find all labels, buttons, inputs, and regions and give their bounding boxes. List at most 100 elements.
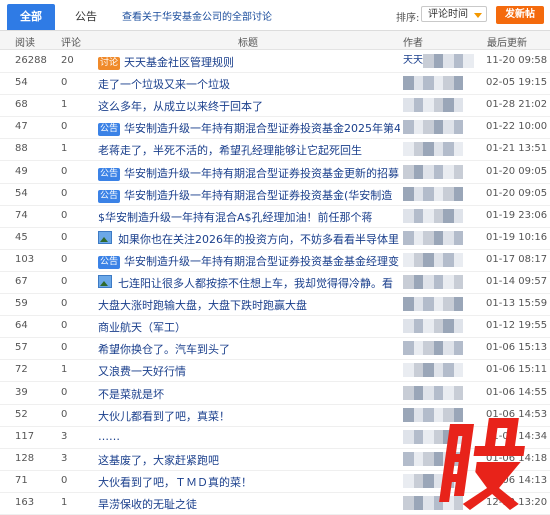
redacted-author-block (443, 319, 454, 334)
post-title-link[interactable]: 华安制造升级一年持有期混合型证券投资基金(华安制造 (124, 189, 392, 202)
post-title-cell: 大伙儿都看到了吧，真菜！ (98, 408, 400, 424)
post-title-link[interactable]: 不是菜就是坏 (98, 388, 164, 401)
all-discussions-link[interactable]: 查看关于华安基金公司的全部讨论 (122, 8, 272, 23)
read-count: 103 (15, 253, 35, 265)
post-title-cell: 希望你换仓了。汽车到头了 (98, 341, 400, 357)
read-count: 163 (15, 497, 35, 508)
tab-notice[interactable]: 公告 (64, 4, 108, 30)
author-cell[interactable] (403, 97, 477, 113)
table-row: 59 0 大盘大涨时跑输大盘，大盘下跌时跑赢大盘 01-13 15:59 (0, 293, 550, 317)
table-row: 54 0 走了一个垃圾又来一个垃圾 02-05 19:15 (0, 72, 550, 96)
notice-badge: 公告 (98, 167, 121, 181)
post-title-link[interactable]: 这基废了，大家赶紧跑吧 (98, 454, 219, 467)
redacted-author-block (443, 341, 454, 356)
redacted-author-block (454, 363, 463, 378)
redacted-author-block (443, 76, 454, 91)
redacted-author-block (434, 186, 443, 201)
comment-count: 0 (61, 253, 68, 265)
redacted-author-block (423, 407, 434, 422)
redacted-author-block (403, 186, 414, 201)
redacted-author-block (414, 496, 423, 510)
sort-select[interactable]: 评论时间 (421, 6, 487, 22)
redacted-author-block (414, 164, 423, 179)
post-title-link[interactable]: 大伙看到了吧，ＴＭＤ真的菜！ (98, 476, 252, 489)
redacted-author-block (423, 142, 434, 157)
comment-count: 0 (61, 231, 68, 243)
redacted-author-block (443, 363, 454, 378)
comment-count: 0 (61, 298, 68, 310)
redacted-author-block (403, 252, 414, 267)
author-cell[interactable] (403, 164, 477, 180)
author-cell[interactable] (403, 208, 477, 224)
post-title-link[interactable]: 这么多年，从成立以来终于回本了 (98, 100, 263, 113)
last-updated-time: 01-20 09:05 (486, 165, 548, 177)
post-title-link[interactable]: 老蒋走了，半死不活的，希望孔经理能够让它起死回生 (98, 144, 362, 157)
last-updated-time: 01-17 08:17 (486, 253, 548, 265)
header-author: 作者 (403, 38, 423, 49)
redacted-author-block (434, 230, 443, 245)
last-updated-time: 01-20 09:05 (486, 187, 548, 199)
chevron-down-icon (474, 13, 482, 18)
read-count: 54 (15, 77, 28, 89)
read-count: 39 (15, 386, 28, 398)
comment-count: 1 (61, 364, 68, 376)
redacted-author-block (423, 385, 434, 400)
author-cell[interactable] (403, 119, 477, 135)
read-count: 74 (15, 209, 28, 221)
post-title-link[interactable]: …… (98, 430, 120, 443)
post-title-cell: 公告 华安制造升级一年持有期混合型证券投资基金更新的招募 (98, 165, 400, 181)
author-cell[interactable] (403, 75, 477, 91)
redacted-author-block (414, 230, 423, 245)
read-count: 47 (15, 121, 28, 133)
comment-count: 0 (61, 408, 68, 420)
redacted-author-block (403, 341, 414, 356)
author-cell[interactable] (403, 296, 477, 312)
post-title-link[interactable]: 旱涝保收的无耻之徒 (98, 498, 197, 511)
post-title-link[interactable]: $华安制造升级一年持有混合A$孔经理加油！前任那个蒋 (98, 211, 373, 224)
redacted-author-block (414, 120, 423, 135)
author-cell[interactable] (403, 318, 477, 334)
author-cell[interactable] (403, 340, 477, 356)
post-title-link[interactable]: 走了一个垃圾又来一个垃圾 (98, 78, 230, 91)
post-title-link[interactable]: 华安制造升级一年持有期混合型证券投资基金更新的招募 (124, 167, 399, 180)
post-title-link[interactable]: 天天基金社区管理规则 (124, 56, 234, 69)
table-row: 88 1 老蒋走了，半死不活的，希望孔经理能够让它起死回生 01-21 13:51 (0, 138, 550, 162)
last-updated-time: 01-06 14:55 (486, 386, 548, 398)
redacted-author-block (454, 252, 463, 267)
post-title-link[interactable]: 七连阳让很多人都按捺不住想上车，我却觉得得冷静。看 (118, 277, 393, 290)
redacted-author-block (443, 142, 454, 157)
author-cell[interactable] (403, 141, 477, 157)
read-count: 49 (15, 165, 28, 177)
author-cell[interactable] (403, 385, 477, 401)
author-cell[interactable] (403, 230, 477, 246)
author-cell[interactable]: 天天 (403, 53, 477, 69)
comment-count: 1 (61, 99, 68, 111)
post-title-link[interactable]: 华安制造升级一年持有期混合型证券投资基金基金经理变 (124, 255, 399, 268)
tab-all[interactable]: 全部 (7, 4, 55, 30)
new-post-button[interactable]: 发新帖 (496, 6, 544, 24)
redacted-author-block (434, 98, 443, 113)
author-cell[interactable] (403, 362, 477, 378)
post-title-link[interactable]: 大伙儿都看到了吧，真菜！ (98, 410, 230, 423)
redacted-author-block (454, 297, 463, 312)
author-cell[interactable] (403, 252, 477, 268)
post-title-link[interactable]: 希望你换仓了。汽车到头了 (98, 343, 230, 356)
redacted-author-block (414, 297, 423, 312)
post-title-link[interactable]: 大盘大涨时跑输大盘，大盘下跌时跑赢大盘 (98, 299, 307, 312)
redacted-author-block (434, 275, 443, 289)
last-updated-time: 01-14 09:57 (486, 276, 548, 287)
post-title-link[interactable]: 商业航天（军工） (98, 321, 186, 334)
read-count: 68 (15, 99, 28, 111)
author-cell[interactable] (403, 186, 477, 202)
post-title-link[interactable]: 如果你也在关注2026年的投资方向，不妨多看看半导体里 (118, 233, 399, 246)
redacted-author-block (454, 98, 463, 113)
image-icon (98, 230, 112, 244)
post-title-link[interactable]: 又浪费一天好行情 (98, 365, 186, 378)
post-title-link[interactable]: 华安制造升级一年持有期混合型证券投资基金2025年第4 (124, 122, 400, 135)
notice-badge: 公告 (98, 255, 121, 269)
author-cell[interactable] (403, 274, 477, 290)
redacted-author-block (434, 319, 443, 334)
redacted-author-block (443, 230, 454, 245)
read-count: 59 (15, 298, 28, 310)
redacted-author-block (443, 208, 454, 223)
